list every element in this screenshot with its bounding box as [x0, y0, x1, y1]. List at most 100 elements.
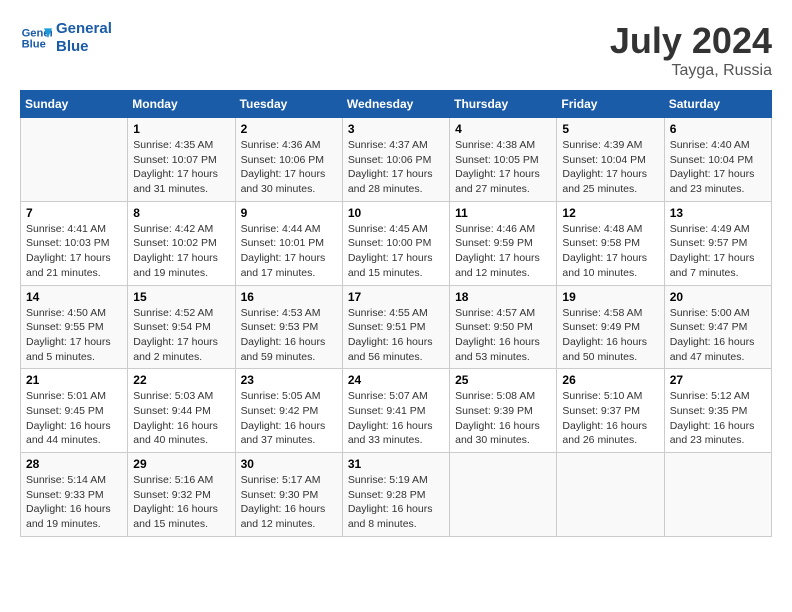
day-detail: Sunrise: 4:58 AMSunset: 9:49 PMDaylight:… — [562, 306, 658, 365]
logo-icon: General Blue — [20, 22, 52, 54]
calendar-cell: 30 Sunrise: 5:17 AMSunset: 9:30 PMDayligh… — [235, 453, 342, 537]
day-number: 12 — [562, 206, 658, 220]
day-detail: Sunrise: 4:40 AMSunset: 10:04 PMDaylight… — [670, 138, 766, 197]
svg-text:Blue: Blue — [22, 39, 46, 51]
day-number: 30 — [241, 457, 337, 471]
location: Tayga, Russia — [610, 62, 772, 80]
day-detail: Sunrise: 4:57 AMSunset: 9:50 PMDaylight:… — [455, 306, 551, 365]
day-number: 20 — [670, 290, 766, 304]
title-block: July 2024 Tayga, Russia — [610, 20, 772, 80]
day-detail: Sunrise: 4:52 AMSunset: 9:54 PMDaylight:… — [133, 306, 229, 365]
day-detail: Sunrise: 4:39 AMSunset: 10:04 PMDaylight… — [562, 138, 658, 197]
calendar-cell: 1 Sunrise: 4:35 AMSunset: 10:07 PMDayligh… — [128, 118, 235, 202]
day-number: 28 — [26, 457, 122, 471]
calendar-cell: 11Sunrise: 4:46 AMSunset: 9:59 PMDayligh… — [450, 201, 557, 285]
day-detail: Sunrise: 5:05 AMSunset: 9:42 PMDaylight:… — [241, 389, 337, 448]
calendar-cell: 15 Sunrise: 4:52 AMSunset: 9:54 PMDayligh… — [128, 285, 235, 369]
day-detail: Sunrise: 4:49 AMSunset: 9:57 PMDaylight:… — [670, 222, 766, 281]
calendar-cell: 19 Sunrise: 4:58 AMSunset: 9:49 PMDayligh… — [557, 285, 664, 369]
day-detail: Sunrise: 4:50 AMSunset: 9:55 PMDaylight:… — [26, 306, 122, 365]
day-detail: Sunrise: 5:14 AMSunset: 9:33 PMDaylight:… — [26, 473, 122, 532]
day-number: 5 — [562, 122, 658, 136]
calendar-cell: 26 Sunrise: 5:10 AMSunset: 9:37 PMDayligh… — [557, 369, 664, 453]
day-number: 26 — [562, 373, 658, 387]
month-title: July 2024 — [610, 20, 772, 62]
calendar-cell: 3Sunrise: 4:37 AMSunset: 10:06 PMDayligh… — [342, 118, 449, 202]
calendar-cell: 10 Sunrise: 4:45 AMSunset: 10:00 PMDaylig… — [342, 201, 449, 285]
calendar-cell: 4 Sunrise: 4:38 AMSunset: 10:05 PMDayligh… — [450, 118, 557, 202]
calendar-cell: 14 Sunrise: 4:50 AMSunset: 9:55 PMDayligh… — [21, 285, 128, 369]
calendar-cell: 12Sunrise: 4:48 AMSunset: 9:58 PMDayligh… — [557, 201, 664, 285]
day-detail: Sunrise: 5:17 AMSunset: 9:30 PMDaylight:… — [241, 473, 337, 532]
calendar-cell: 18 Sunrise: 4:57 AMSunset: 9:50 PMDayligh… — [450, 285, 557, 369]
day-number: 31 — [348, 457, 444, 471]
day-number: 19 — [562, 290, 658, 304]
calendar-cell: 5 Sunrise: 4:39 AMSunset: 10:04 PMDayligh… — [557, 118, 664, 202]
weekday-header-tuesday: Tuesday — [235, 91, 342, 118]
calendar-cell: 8Sunrise: 4:42 AMSunset: 10:02 PMDayligh… — [128, 201, 235, 285]
day-detail: Sunrise: 5:10 AMSunset: 9:37 PMDaylight:… — [562, 389, 658, 448]
weekday-header-thursday: Thursday — [450, 91, 557, 118]
calendar-cell: 20 Sunrise: 5:00 AMSunset: 9:47 PMDayligh… — [664, 285, 771, 369]
day-number: 11 — [455, 206, 551, 220]
weekday-header-row: SundayMondayTuesdayWednesdayThursdayFrid… — [21, 91, 772, 118]
calendar-cell — [450, 453, 557, 537]
weekday-header-friday: Friday — [557, 91, 664, 118]
week-row-5: 28 Sunrise: 5:14 AMSunset: 9:33 PMDayligh… — [21, 453, 772, 537]
day-number: 22 — [133, 373, 229, 387]
day-detail: Sunrise: 4:36 AMSunset: 10:06 PMDaylight… — [241, 138, 337, 197]
day-number: 3 — [348, 122, 444, 136]
day-detail: Sunrise: 5:16 AMSunset: 9:32 PMDaylight:… — [133, 473, 229, 532]
day-number: 2 — [241, 122, 337, 136]
day-detail: Sunrise: 4:53 AMSunset: 9:53 PMDaylight:… — [241, 306, 337, 365]
day-number: 25 — [455, 373, 551, 387]
calendar-cell: 6 Sunrise: 4:40 AMSunset: 10:04 PMDayligh… — [664, 118, 771, 202]
week-row-2: 7Sunrise: 4:41 AMSunset: 10:03 PMDayligh… — [21, 201, 772, 285]
day-number: 17 — [348, 290, 444, 304]
day-detail: Sunrise: 5:19 AMSunset: 9:28 PMDaylight:… — [348, 473, 444, 532]
logo-text: GeneralBlue — [56, 20, 112, 56]
day-detail: Sunrise: 5:12 AMSunset: 9:35 PMDaylight:… — [670, 389, 766, 448]
day-detail: Sunrise: 5:03 AMSunset: 9:44 PMDaylight:… — [133, 389, 229, 448]
calendar-cell — [21, 118, 128, 202]
day-number: 4 — [455, 122, 551, 136]
day-detail: Sunrise: 4:38 AMSunset: 10:05 PMDaylight… — [455, 138, 551, 197]
week-row-3: 14 Sunrise: 4:50 AMSunset: 9:55 PMDayligh… — [21, 285, 772, 369]
page-header: General Blue GeneralBlue July 2024 Tayga… — [20, 20, 772, 80]
weekday-header-monday: Monday — [128, 91, 235, 118]
day-number: 15 — [133, 290, 229, 304]
day-detail: Sunrise: 5:08 AMSunset: 9:39 PMDaylight:… — [455, 389, 551, 448]
day-number: 10 — [348, 206, 444, 220]
day-number: 23 — [241, 373, 337, 387]
calendar-cell: 13 Sunrise: 4:49 AMSunset: 9:57 PMDayligh… — [664, 201, 771, 285]
day-number: 8 — [133, 206, 229, 220]
calendar-cell — [557, 453, 664, 537]
day-detail: Sunrise: 4:45 AMSunset: 10:00 PMDaylight… — [348, 222, 444, 281]
calendar-cell: 24Sunrise: 5:07 AMSunset: 9:41 PMDayligh… — [342, 369, 449, 453]
calendar-cell: 27Sunrise: 5:12 AMSunset: 9:35 PMDayligh… — [664, 369, 771, 453]
day-detail: Sunrise: 4:35 AMSunset: 10:07 PMDaylight… — [133, 138, 229, 197]
calendar-cell: 17 Sunrise: 4:55 AMSunset: 9:51 PMDayligh… — [342, 285, 449, 369]
calendar-table: SundayMondayTuesdayWednesdayThursdayFrid… — [20, 90, 772, 537]
day-number: 1 — [133, 122, 229, 136]
day-number: 21 — [26, 373, 122, 387]
week-row-1: 1 Sunrise: 4:35 AMSunset: 10:07 PMDayligh… — [21, 118, 772, 202]
week-row-4: 21Sunrise: 5:01 AMSunset: 9:45 PMDayligh… — [21, 369, 772, 453]
day-number: 14 — [26, 290, 122, 304]
calendar-cell: 23 Sunrise: 5:05 AMSunset: 9:42 PMDayligh… — [235, 369, 342, 453]
day-number: 6 — [670, 122, 766, 136]
calendar-cell — [664, 453, 771, 537]
day-detail: Sunrise: 5:00 AMSunset: 9:47 PMDaylight:… — [670, 306, 766, 365]
day-detail: Sunrise: 4:55 AMSunset: 9:51 PMDaylight:… — [348, 306, 444, 365]
day-number: 9 — [241, 206, 337, 220]
day-number: 13 — [670, 206, 766, 220]
weekday-header-sunday: Sunday — [21, 91, 128, 118]
day-number: 16 — [241, 290, 337, 304]
day-number: 7 — [26, 206, 122, 220]
calendar-cell: 9Sunrise: 4:44 AMSunset: 10:01 PMDayligh… — [235, 201, 342, 285]
calendar-cell: 2 Sunrise: 4:36 AMSunset: 10:06 PMDayligh… — [235, 118, 342, 202]
calendar-cell: 7Sunrise: 4:41 AMSunset: 10:03 PMDayligh… — [21, 201, 128, 285]
day-number: 18 — [455, 290, 551, 304]
weekday-header-wednesday: Wednesday — [342, 91, 449, 118]
calendar-cell: 31 Sunrise: 5:19 AMSunset: 9:28 PMDayligh… — [342, 453, 449, 537]
